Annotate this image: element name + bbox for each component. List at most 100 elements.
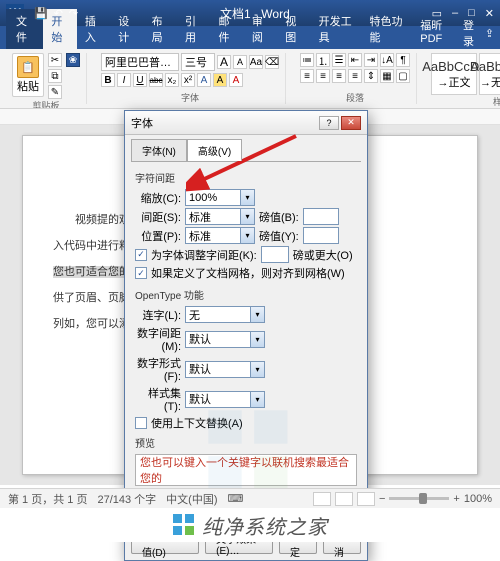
- bullets-icon[interactable]: ≔: [300, 53, 314, 67]
- chevron-down-icon: ▾: [240, 209, 254, 224]
- redo-icon[interactable]: ↷: [69, 7, 78, 20]
- body-text: 视频提: [53, 214, 108, 226]
- watermark-logo-icon: [172, 513, 196, 537]
- superscript-button[interactable]: x²: [181, 73, 195, 87]
- read-mode-icon[interactable]: [313, 492, 331, 506]
- dialog-help-button[interactable]: ?: [319, 116, 339, 130]
- clear-format-icon[interactable]: ⌫: [265, 55, 279, 69]
- share-icon[interactable]: ⇪: [485, 27, 494, 40]
- web-layout-icon[interactable]: [357, 492, 375, 506]
- text-effects-button[interactable]: A: [197, 73, 211, 87]
- zoom-in-button[interactable]: +: [453, 493, 459, 505]
- strike-button[interactable]: abc: [149, 73, 163, 87]
- kerning-checkbox[interactable]: ✓: [135, 249, 147, 261]
- signin-link[interactable]: 登录: [463, 17, 477, 49]
- style-nospacing[interactable]: AaBbCcDc →无间隔: [479, 53, 500, 95]
- tab-mailings[interactable]: 邮件: [210, 9, 243, 49]
- group-font: 阿里巴巴普… 三号 A A Aa ⌫ B I U abc x₂ x² A A A…: [95, 53, 286, 104]
- align-center-icon[interactable]: ≡: [316, 69, 330, 83]
- show-marks-icon[interactable]: ¶: [396, 53, 410, 67]
- paste-label: 粘贴: [17, 78, 39, 94]
- section-spacing-label: 字符间距: [135, 170, 357, 185]
- kerning-label: 为字体调整字间距(K):: [151, 247, 257, 263]
- sort-icon[interactable]: ↓A: [380, 53, 394, 67]
- paste-icon: 📋: [17, 56, 39, 78]
- styleset-combo[interactable]: 默认▾: [185, 391, 265, 408]
- font-color-button[interactable]: A: [229, 73, 243, 87]
- section-opentype-label: OpenType 功能: [135, 287, 357, 302]
- tab-design[interactable]: 设计: [110, 9, 143, 49]
- watermark: 纯净系统之家: [0, 508, 500, 542]
- chevron-down-icon: ▾: [240, 228, 254, 243]
- change-case-icon[interactable]: Aa: [249, 55, 263, 69]
- tab-special[interactable]: 特色功能: [361, 9, 412, 49]
- subscript-button[interactable]: x₂: [165, 73, 179, 87]
- underline-button[interactable]: U: [133, 73, 147, 87]
- dialog-tab-advanced[interactable]: 高级(V): [187, 139, 242, 161]
- tab-devtools[interactable]: 开发工具: [311, 9, 362, 49]
- position-combo[interactable]: 标准▾: [185, 227, 255, 244]
- kerning-size-input[interactable]: [261, 246, 289, 263]
- copy-icon[interactable]: ⧉: [48, 69, 62, 83]
- bluetooth-icon[interactable]: ❀: [66, 53, 80, 67]
- tab-review[interactable]: 审阅: [244, 9, 277, 49]
- zoom-out-button[interactable]: −: [379, 493, 385, 505]
- spacing-combo[interactable]: 标准▾: [185, 208, 255, 225]
- paste-button[interactable]: 📋 粘贴: [12, 53, 44, 97]
- shrink-font-icon[interactable]: A: [233, 55, 247, 69]
- ligatures-combo[interactable]: 无▾: [185, 306, 265, 323]
- line-spacing-icon[interactable]: ⇕: [364, 69, 378, 83]
- ime-icon[interactable]: ⌨: [228, 492, 244, 505]
- font-size-combo[interactable]: 三号: [181, 53, 215, 71]
- position-pts-input[interactable]: [303, 227, 339, 244]
- spacing-label: 间距(S):: [135, 209, 181, 225]
- contextual-checkbox[interactable]: [135, 417, 147, 429]
- position-label: 位置(P):: [135, 228, 181, 244]
- print-layout-icon[interactable]: [335, 492, 353, 506]
- group-clipboard: 📋 粘贴 ✂ ⧉ ✎ ❀ 剪贴板: [6, 53, 87, 104]
- highlight-button[interactable]: A: [213, 73, 227, 87]
- align-left-icon[interactable]: ≡: [300, 69, 314, 83]
- numspacing-combo[interactable]: 默认▾: [185, 331, 265, 348]
- multilevel-icon[interactable]: ☰: [332, 53, 346, 67]
- quick-access-toolbar: 💾 ↶ ↷: [34, 7, 78, 20]
- zoom-level[interactable]: 100%: [464, 493, 492, 505]
- tab-foxit[interactable]: 福昕PDF: [412, 13, 463, 49]
- tab-layout[interactable]: 布局: [144, 9, 177, 49]
- page-count[interactable]: 第 1 页，共 1 页: [8, 491, 87, 507]
- numform-combo[interactable]: 默认▾: [185, 361, 265, 378]
- status-bar: 第 1 页，共 1 页 27/143 个字 中文(中国) ⌨ − + 100%: [0, 488, 500, 508]
- dialog-tab-font[interactable]: 字体(N): [131, 139, 187, 161]
- indent-inc-icon[interactable]: ⇥: [364, 53, 378, 67]
- word-count[interactable]: 27/143 个字: [97, 491, 156, 507]
- indent-dec-icon[interactable]: ⇤: [348, 53, 362, 67]
- tab-view[interactable]: 视图: [277, 9, 310, 49]
- tab-insert[interactable]: 插入: [77, 9, 110, 49]
- italic-button[interactable]: I: [117, 73, 131, 87]
- dialog-close-button[interactable]: ✕: [341, 116, 361, 130]
- align-right-icon[interactable]: ≡: [332, 69, 346, 83]
- format-painter-icon[interactable]: ✎: [48, 85, 62, 99]
- dialog-title: 字体: [131, 115, 317, 131]
- position-pts-label: 磅值(Y):: [259, 228, 299, 244]
- borders-icon[interactable]: ▢: [396, 69, 410, 83]
- scale-combo[interactable]: 100%▾: [185, 189, 255, 206]
- preview-label: 预览: [135, 435, 357, 450]
- snap-grid-checkbox[interactable]: ✓: [135, 267, 147, 279]
- dialog-titlebar[interactable]: 字体 ? ✕: [125, 111, 367, 135]
- language-button[interactable]: 中文(中国): [166, 491, 217, 507]
- kerning-suffix: 磅或更大(O): [293, 247, 353, 263]
- group-paragraph-label: 段落: [346, 91, 364, 104]
- tab-references[interactable]: 引用: [177, 9, 210, 49]
- numbering-icon[interactable]: ⒈: [316, 53, 330, 67]
- grow-font-icon[interactable]: A: [217, 55, 231, 69]
- zoom-slider[interactable]: [389, 497, 449, 500]
- undo-icon[interactable]: ↶: [54, 7, 63, 20]
- align-justify-icon[interactable]: ≡: [348, 69, 362, 83]
- save-icon[interactable]: 💾: [34, 7, 48, 20]
- cut-icon[interactable]: ✂: [48, 53, 62, 67]
- shading-icon[interactable]: ▦: [380, 69, 394, 83]
- spacing-pts-input[interactable]: [303, 208, 339, 225]
- bold-button[interactable]: B: [101, 73, 115, 87]
- font-name-combo[interactable]: 阿里巴巴普…: [101, 53, 179, 71]
